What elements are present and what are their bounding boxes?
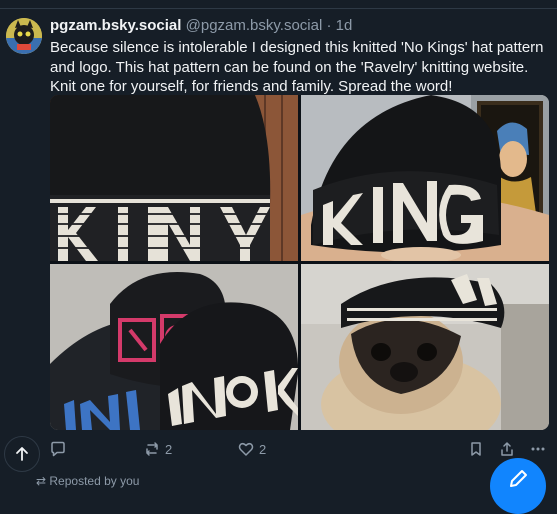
arrow-up-icon	[16, 447, 28, 461]
bookmark-button[interactable]	[468, 440, 484, 458]
more-icon	[531, 447, 545, 451]
post-image-2[interactable]	[301, 95, 549, 261]
author-handle[interactable]: @pgzam.bsky.social	[186, 17, 323, 34]
compose-button[interactable]	[490, 458, 546, 514]
post-actions: 2 2	[50, 440, 550, 458]
image-grid	[50, 95, 549, 430]
share-icon	[501, 442, 513, 456]
reply-icon	[51, 441, 65, 457]
reply-button[interactable]	[50, 440, 71, 458]
post-time[interactable]: 1d	[336, 17, 353, 34]
heart-icon	[238, 442, 254, 456]
post-header: pgzam.bsky.social @pgzam.bsky.social · 1…	[50, 17, 352, 35]
separator: ·	[326, 17, 332, 34]
scroll-to-top-button[interactable]	[4, 436, 40, 472]
post-image-3[interactable]	[50, 264, 298, 430]
display-name[interactable]: pgzam.bsky.social	[50, 17, 181, 34]
more-button[interactable]	[530, 440, 546, 458]
bookmark-icon	[471, 442, 481, 456]
share-button[interactable]	[499, 440, 515, 458]
repost-icon	[146, 442, 158, 456]
repost-small-icon: ⇄	[36, 474, 50, 488]
post-text: Because silence is intolerable I designe…	[50, 39, 544, 95]
post-image-1[interactable]	[50, 95, 298, 261]
repost-button[interactable]: 2	[144, 440, 172, 458]
reposted-by-label: ⇄ Reposted by you	[36, 474, 140, 488]
like-count: 2	[259, 441, 267, 457]
post[interactable]: pgzam.bsky.social @pgzam.bsky.social · 1…	[0, 0, 557, 514]
avatar[interactable]	[6, 18, 42, 54]
repost-count: 2	[165, 441, 173, 457]
post-image-4[interactable]	[301, 264, 549, 430]
pencil-icon	[510, 470, 527, 487]
like-button[interactable]: 2	[238, 440, 266, 458]
